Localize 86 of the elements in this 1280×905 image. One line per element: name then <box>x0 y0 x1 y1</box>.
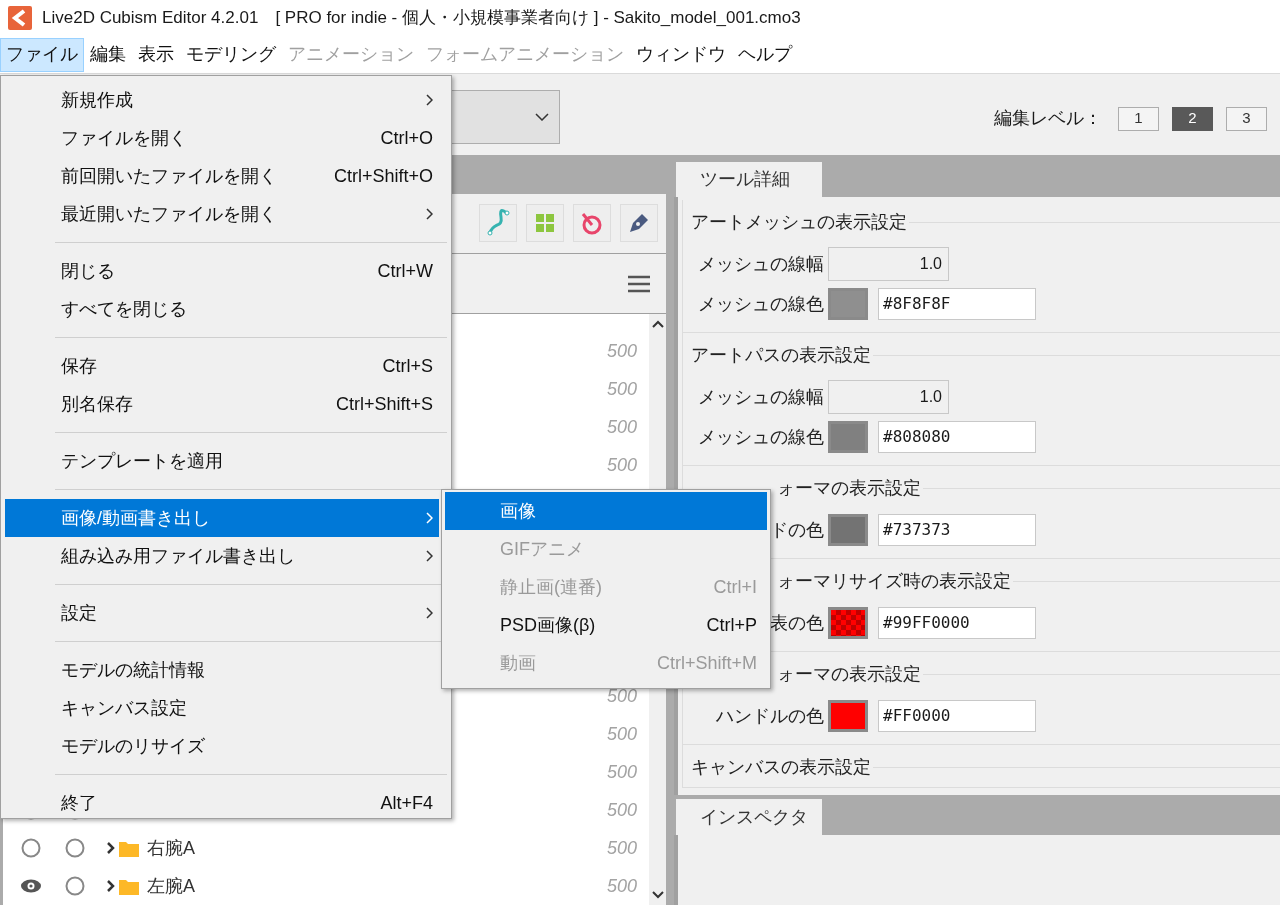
menu-item[interactable]: 終了 Alt+F4 <box>5 784 439 822</box>
menu-item[interactable]: 別名保存 Ctrl+Shift+S <box>5 385 439 423</box>
chevron-right-icon <box>107 880 115 892</box>
menu-item: 動画 Ctrl+Shift+M <box>499 651 758 675</box>
layer-value: 500 <box>606 760 637 784</box>
tool-details-tab[interactable]: ツール詳細 <box>676 162 822 197</box>
menu-item[interactable]: 新規作成 <box>5 81 439 119</box>
layer-value: 500 <box>606 722 637 746</box>
color-swatch[interactable] <box>828 514 868 546</box>
chevron-right-icon <box>107 842 115 854</box>
color-swatch[interactable] <box>828 700 868 732</box>
layer-name[interactable]: 左腕A <box>147 872 195 900</box>
group-title: アートメッシュの表示設定 <box>691 210 907 234</box>
edit-level-label: 編集レベル： <box>994 107 1102 130</box>
edit-level-button[interactable]: 1 <box>1118 106 1159 131</box>
folder-icon <box>119 877 139 895</box>
folder-icon <box>119 839 139 857</box>
layer-value: 500 <box>606 415 637 439</box>
layer-value: 500 <box>606 798 637 822</box>
pen-tool-icon[interactable] <box>620 204 658 243</box>
menu-item: 静止画(連番) Ctrl+I <box>499 575 758 599</box>
menu-item[interactable]: 表示 <box>132 37 180 72</box>
hex-field[interactable]: #99FF0000 <box>878 607 1036 639</box>
menu-item[interactable]: ファイルを開く Ctrl+O <box>5 119 439 157</box>
hex-field[interactable]: #8F8F8F <box>878 288 1036 320</box>
menu-item[interactable]: モデリング <box>180 37 282 72</box>
number-field[interactable]: 1.0 <box>828 380 949 414</box>
menu-item[interactable]: モデルの統計情報 <box>5 651 439 689</box>
menu-item[interactable]: キャンバス設定 <box>5 689 439 727</box>
layer-value: 500 <box>606 377 637 401</box>
scroll-up-icon[interactable] <box>651 320 664 328</box>
layer-name[interactable]: 右腕A <box>147 834 195 862</box>
menu-item[interactable]: 画像/動画書き出し <box>5 499 439 537</box>
menu-item[interactable]: 設定 <box>5 594 439 632</box>
layer-value: 500 <box>606 684 637 708</box>
number-field[interactable]: 1.0 <box>828 247 949 281</box>
menu-item[interactable]: テンプレートを適用 <box>5 442 439 480</box>
menu-item[interactable]: 組み込み用ファイル書き出し <box>5 537 439 575</box>
circle-icon <box>63 874 87 898</box>
field-label: ドの色 <box>770 518 824 542</box>
menu-item[interactable]: PSD画像(β) Ctrl+P <box>445 606 767 644</box>
group-title: キャンバスの表示設定 <box>691 755 871 779</box>
app-logo-icon <box>8 6 32 30</box>
color-swatch[interactable] <box>828 421 868 453</box>
menu-item[interactable]: モデルのリサイズ <box>5 727 439 765</box>
grid-tool-icon[interactable] <box>526 204 564 243</box>
layer-value: 500 <box>606 836 637 860</box>
circle-icon <box>63 836 87 860</box>
menu-item[interactable]: ファイル <box>0 37 84 72</box>
color-swatch[interactable] <box>828 607 868 639</box>
field-label: 表の色 <box>770 611 824 635</box>
layer-value: 500 <box>606 339 637 363</box>
field-label: メッシュの線色 <box>698 292 824 316</box>
edit-level-button[interactable]: 2 <box>1172 106 1213 131</box>
group-title: ォーマリサイズ時の表示設定 <box>777 569 1011 593</box>
hex-field[interactable]: #FF0000 <box>878 700 1036 732</box>
menu-item[interactable]: すべてを閉じる <box>5 290 439 328</box>
hex-field[interactable]: #808080 <box>878 421 1036 453</box>
menu-item: GIFアニメ <box>499 537 585 561</box>
target-tool-icon[interactable] <box>573 204 611 243</box>
menu-item[interactable]: 保存 Ctrl+S <box>5 347 439 385</box>
chevron-down-icon <box>535 113 549 121</box>
menu-item[interactable]: 最近開いたファイルを開く <box>5 195 439 233</box>
layer-value: 500 <box>606 874 637 898</box>
group-title: アートパスの表示設定 <box>691 343 871 367</box>
field-label: メッシュの線幅 <box>698 385 824 409</box>
group-title: ォーマの表示設定 <box>777 476 921 500</box>
menu-item[interactable]: 前回開いたファイルを開く Ctrl+Shift+O <box>5 157 439 195</box>
scroll-down-icon[interactable] <box>651 891 664 899</box>
menu-item[interactable]: 閉じる Ctrl+W <box>5 252 439 290</box>
color-swatch[interactable] <box>828 288 868 320</box>
menu-item[interactable]: 編集 <box>84 37 132 72</box>
field-label: メッシュの線色 <box>698 425 824 449</box>
field-label: ハンドルの色 <box>716 704 824 728</box>
edit-level-button[interactable]: 3 <box>1226 106 1267 131</box>
menu-item[interactable]: ウィンドウ <box>630 37 732 72</box>
inspector-tab[interactable]: インスペクタ <box>676 799 822 835</box>
hex-field[interactable]: #737373 <box>878 514 1036 546</box>
field-label: メッシュの線幅 <box>698 252 824 276</box>
layer-value: 500 <box>606 453 637 477</box>
window-title: Live2D Cubism Editor 4.2.01 [ PRO for indie - 個人・小規模事業者向け ] - Sakito_model_001.cmo3 <box>42 7 801 30</box>
menu-icon[interactable] <box>628 274 650 293</box>
menu-item[interactable]: 画像 <box>445 492 767 530</box>
group-title: ォーマの表示設定 <box>777 662 921 686</box>
menu-item[interactable]: ヘルプ <box>732 37 798 72</box>
curve-tool-icon[interactable] <box>479 204 517 243</box>
